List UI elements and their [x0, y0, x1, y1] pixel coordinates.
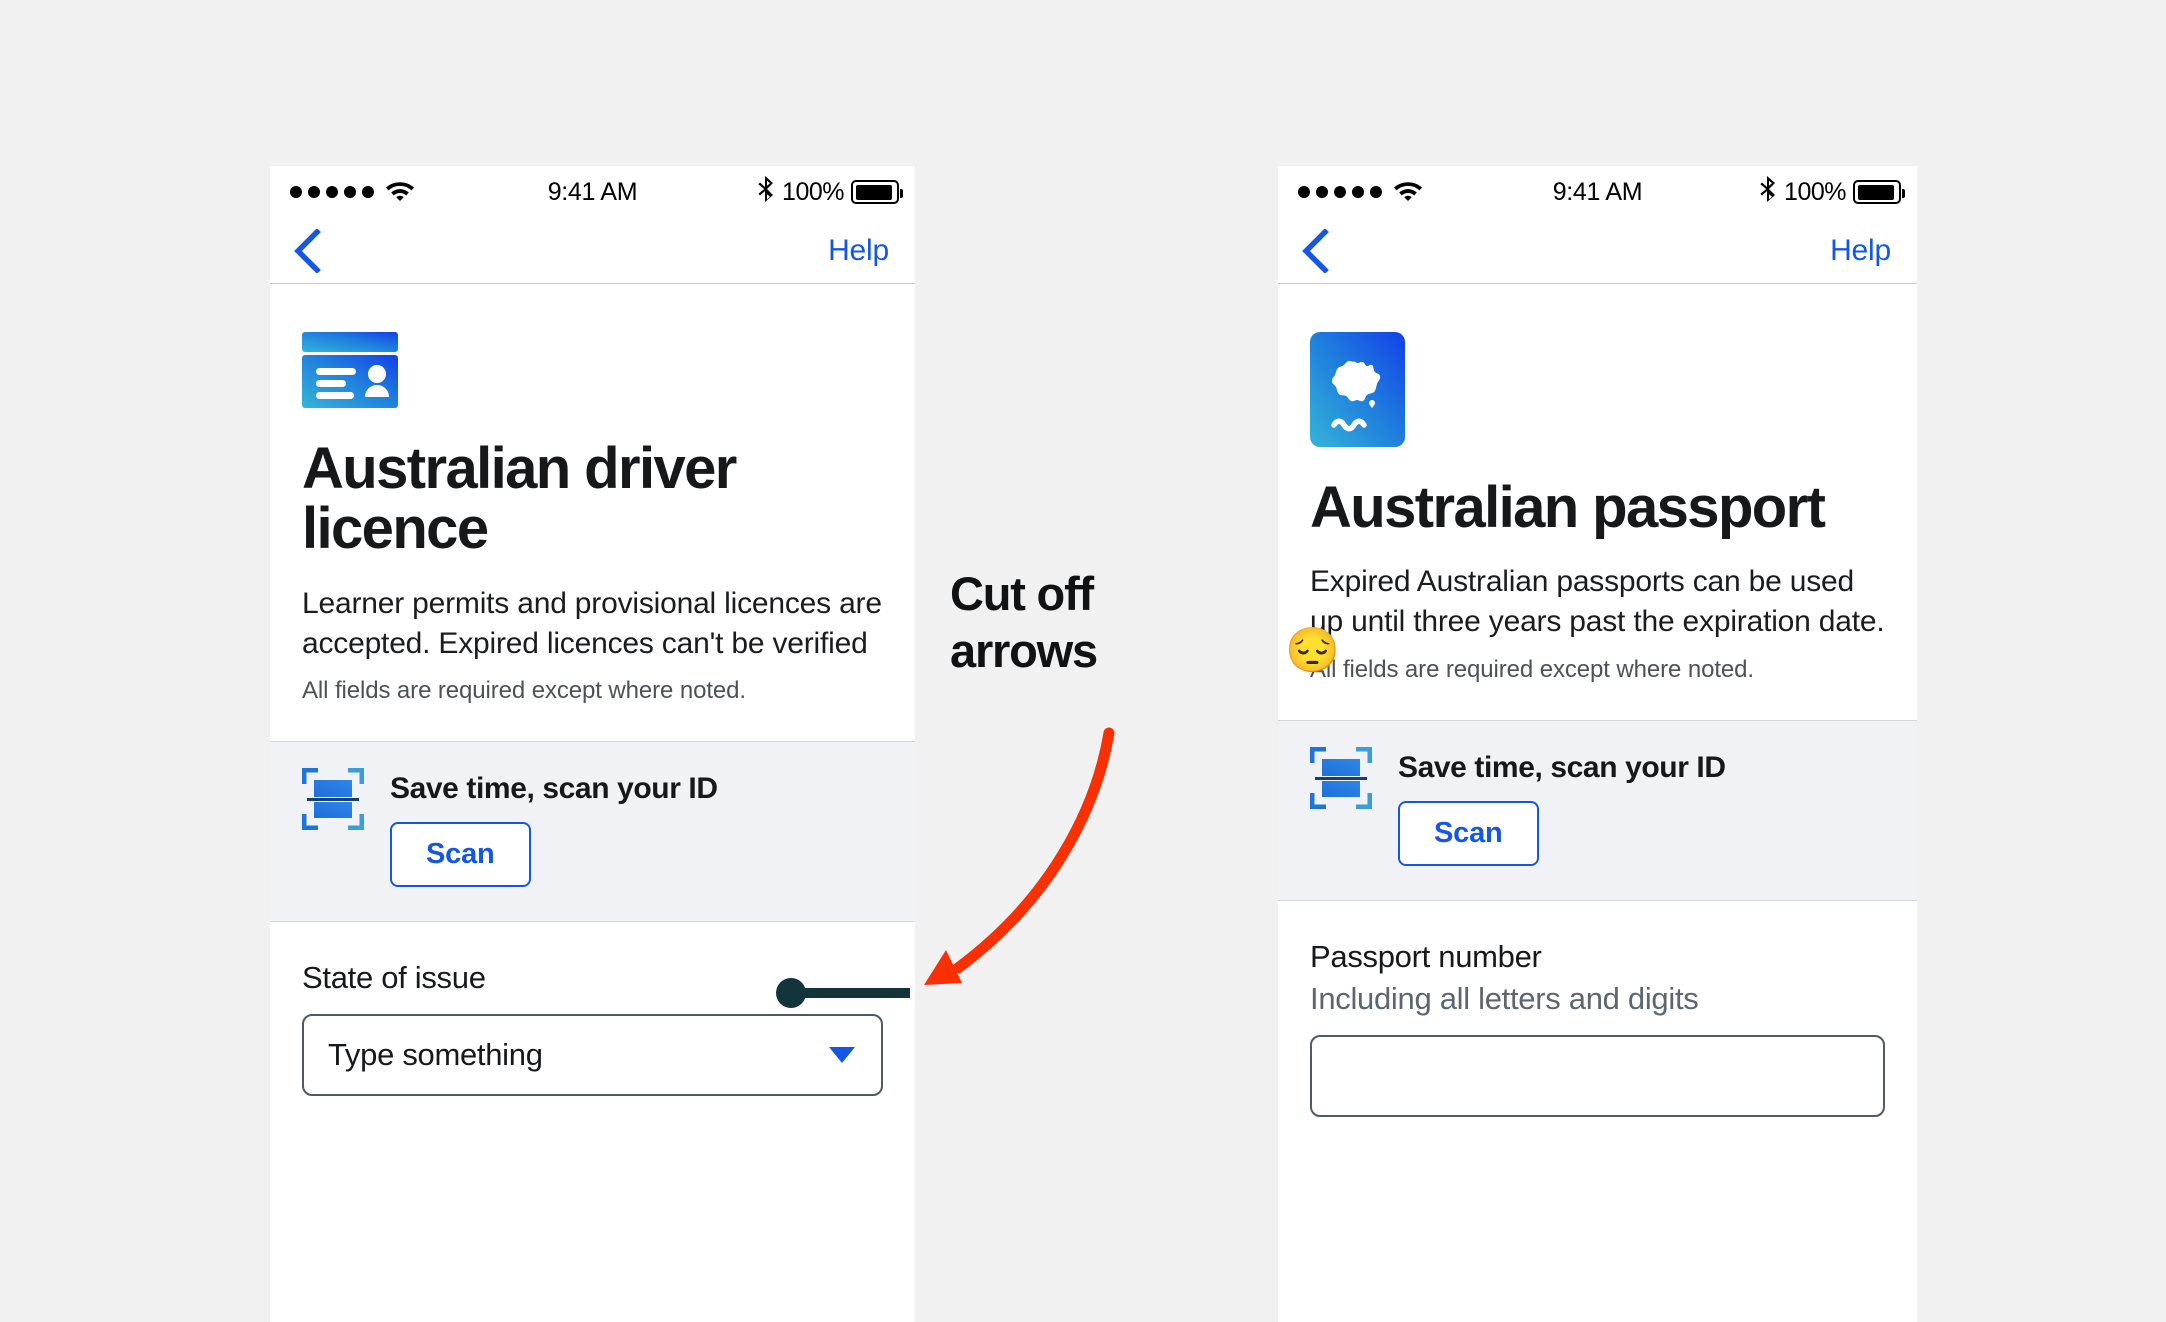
required-fields-note: All fields are required except where not…: [1310, 656, 1754, 684]
status-bar: 9:41 AM 100%: [270, 166, 915, 218]
back-chevron-icon[interactable]: [292, 227, 322, 274]
page-title: Australian passport: [1310, 475, 1826, 540]
pensive-face-emoji: 😔: [1285, 625, 1340, 675]
document-description: Expired Australian passports can be used…: [1310, 565, 1885, 639]
field-hint-passport-number: Including all letters and digits: [1310, 981, 1699, 1017]
bluetooth-icon: [1759, 175, 1777, 209]
scan-promo-title: Save time, scan your ID: [390, 772, 718, 806]
navigation-bar: Help: [270, 218, 915, 284]
scan-promo-band: Save time, scan your ID Scan: [270, 741, 915, 923]
phone-screen-passport: 9:41 AM 100% Help Australian passport Ex…: [1278, 166, 1917, 1322]
required-fields-note: All fields are required except where not…: [302, 677, 746, 705]
page-title: Australian driver licence: [302, 436, 737, 562]
scan-promo-title: Save time, scan your ID: [1398, 751, 1726, 785]
scan-promo-body: Save time, scan your ID Scan: [1398, 747, 1726, 867]
scan-button[interactable]: Scan: [1398, 801, 1539, 867]
phone-screen-driver-licence: 9:41 AM 100% Help Australian driver lice…: [270, 166, 915, 1322]
annotation-arrow-icon: [924, 727, 1115, 985]
battery-percent-label: 100%: [782, 177, 844, 206]
form-block-state-of-issue: State of issue Type something: [270, 922, 915, 1137]
annotation-text: Cut off arrows: [950, 567, 1098, 678]
document-description: Learner permits and provisional licences…: [302, 586, 882, 660]
australian-passport-icon: [1310, 332, 1885, 452]
scan-promo-body: Save time, scan your ID Scan: [390, 768, 718, 888]
status-bar-right: 100%: [1759, 166, 1905, 218]
battery-icon: [851, 180, 903, 204]
state-of-issue-select[interactable]: Type something: [302, 1014, 883, 1097]
navigation-bar: Help: [1278, 218, 1917, 284]
form-block-passport-number: Passport number Including all letters an…: [1278, 901, 1917, 1158]
id-card-icon: [302, 332, 883, 413]
battery-percent-label: 100%: [1784, 177, 1846, 206]
scan-promo-band: Save time, scan your ID Scan: [1278, 720, 1917, 902]
scan-button[interactable]: Scan: [390, 822, 531, 888]
bluetooth-icon: [757, 175, 775, 209]
status-bar-right: 100%: [757, 166, 903, 218]
scan-id-icon: [301, 767, 365, 887]
status-bar: 9:41 AM 100%: [1278, 166, 1917, 218]
document-intro-card-passport: Australian passport Expired Australian p…: [1278, 284, 1917, 721]
annotation-note: Cut off arrows 😔: [950, 565, 1340, 680]
scan-id-icon: [1309, 746, 1373, 866]
state-of-issue-value: Type something: [328, 1037, 543, 1073]
passport-number-input[interactable]: [1310, 1035, 1885, 1118]
document-intro-card-driver-licence: Australian driver licence Learner permit…: [270, 284, 915, 742]
chevron-down-icon[interactable]: [829, 1047, 855, 1064]
help-link[interactable]: Help: [1830, 234, 1891, 268]
screenshot-canvas: 9:41 AM 100% Help Australian driver lice…: [0, 0, 2166, 1322]
callout-dot-handle[interactable]: [776, 978, 806, 1008]
field-label-passport-number: Passport number: [1310, 939, 1542, 975]
help-link[interactable]: Help: [828, 234, 889, 268]
back-chevron-icon[interactable]: [1300, 227, 1330, 274]
battery-icon: [1853, 180, 1905, 204]
